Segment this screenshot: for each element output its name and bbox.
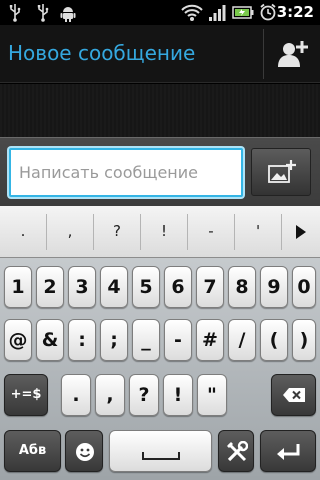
alarm-icon — [260, 3, 276, 21]
key-1[interactable]: 1 — [4, 266, 32, 308]
key-open-paren[interactable]: ( — [260, 319, 288, 361]
key-close-paren[interactable]: ) — [292, 319, 316, 361]
enter-icon — [277, 444, 300, 460]
suggestion-strip: . , ? ! - ' — [0, 206, 320, 258]
more-suggestions-button[interactable] — [282, 206, 320, 258]
key-ampersand[interactable]: & — [36, 319, 64, 361]
language-switch-key[interactable]: Абв — [4, 430, 61, 472]
key-6[interactable]: 6 — [164, 266, 192, 308]
key-period[interactable]: . — [61, 374, 91, 416]
key-0[interactable]: 0 — [292, 266, 316, 308]
smiley-icon — [76, 443, 94, 461]
status-bar: 3:22 — [0, 0, 320, 25]
key-5[interactable]: 5 — [132, 266, 160, 308]
key-minus[interactable]: - — [164, 319, 192, 361]
message-input[interactable] — [9, 148, 243, 197]
suggestion-exclamation[interactable]: ! — [141, 206, 187, 258]
shift-symbols-key[interactable]: +=$ — [4, 374, 48, 416]
emoji-key[interactable] — [65, 430, 103, 472]
suggestion-comma[interactable]: , — [47, 206, 93, 258]
key-8[interactable]: 8 — [228, 266, 256, 308]
attach-image-icon — [268, 160, 296, 183]
tools-key[interactable] — [218, 430, 254, 472]
add-contact-icon — [278, 41, 308, 67]
compose-bar — [0, 137, 320, 206]
key-at[interactable]: @ — [4, 319, 32, 361]
usb-icon — [37, 4, 49, 22]
clock: 3:22 — [276, 3, 314, 21]
key-comma[interactable]: , — [95, 374, 125, 416]
delete-key[interactable] — [271, 374, 316, 416]
key-question[interactable]: ? — [129, 374, 159, 416]
tools-icon — [227, 441, 248, 462]
key-semicolon[interactable]: ; — [100, 319, 128, 361]
key-9[interactable]: 9 — [260, 266, 288, 308]
key-4[interactable]: 4 — [100, 266, 128, 308]
space-bar-icon — [142, 452, 180, 460]
keyboard: . , ? ! - ' 1 2 3 4 5 6 7 8 9 0 @ & : ; … — [0, 206, 320, 480]
key-7[interactable]: 7 — [196, 266, 224, 308]
key-underscore[interactable]: _ — [132, 319, 160, 361]
attach-button[interactable] — [251, 148, 311, 196]
space-key[interactable] — [109, 430, 212, 472]
suggestion-period[interactable]: . — [0, 206, 46, 258]
key-colon[interactable]: : — [68, 319, 96, 361]
wifi-icon — [181, 4, 203, 21]
suggestion-apostrophe[interactable]: ' — [235, 206, 281, 258]
battery-icon — [232, 6, 254, 19]
triangle-right-icon — [296, 225, 306, 239]
key-exclamation[interactable]: ! — [163, 374, 193, 416]
enter-key[interactable] — [260, 430, 316, 472]
action-bar: Новое сообщение — [0, 25, 320, 83]
conversation-area — [0, 84, 320, 137]
key-slash[interactable]: / — [228, 319, 256, 361]
page-title: Новое сообщение — [8, 41, 196, 65]
key-hash[interactable]: # — [196, 319, 224, 361]
suggestion-hyphen[interactable]: - — [188, 206, 234, 258]
key-quote[interactable]: " — [197, 374, 227, 416]
suggestion-question[interactable]: ? — [94, 206, 140, 258]
key-3[interactable]: 3 — [68, 266, 96, 308]
android-debug-icon — [60, 7, 76, 22]
backspace-icon — [283, 388, 305, 402]
signal-icon — [209, 5, 226, 21]
usb-icon — [9, 4, 21, 22]
key-2[interactable]: 2 — [36, 266, 64, 308]
add-recipient-button[interactable] — [264, 25, 320, 83]
